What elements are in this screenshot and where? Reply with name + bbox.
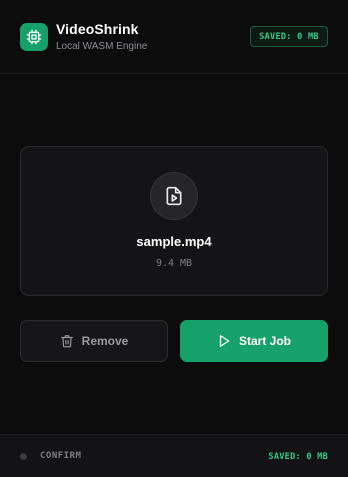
file-icon-circle (150, 172, 198, 220)
trash-icon (60, 335, 73, 348)
status-text: CONFIRM (40, 451, 82, 461)
start-job-button-label: Start Job (238, 334, 291, 348)
app-logo (20, 23, 48, 51)
remove-button[interactable]: Remove (20, 320, 168, 362)
saved-badge: SAVED: 0 MB (250, 26, 328, 47)
footer-saved-counter: SAVED: 0 MB (268, 452, 328, 462)
app-title: VideoShrink (56, 21, 139, 37)
header: VideoShrink Local WASM Engine SAVED: 0 M… (0, 0, 348, 74)
chip-icon (26, 29, 42, 45)
file-name: sample.mp4 (136, 234, 212, 249)
file-card: sample.mp4 9.4 MB (20, 146, 328, 296)
play-icon (219, 335, 230, 347)
status-bar: CONFIRM SAVED: 0 MB (0, 434, 348, 477)
app-subtitle: Local WASM Engine (56, 41, 148, 52)
start-job-button[interactable]: Start Job (180, 320, 328, 362)
remove-button-label: Remove (81, 334, 129, 348)
status-indicator-dot (20, 453, 27, 460)
app-window: VideoShrink Local WASM Engine SAVED: 0 M… (0, 0, 348, 477)
file-size: 9.4 MB (155, 258, 193, 269)
video-file-icon (166, 186, 182, 206)
